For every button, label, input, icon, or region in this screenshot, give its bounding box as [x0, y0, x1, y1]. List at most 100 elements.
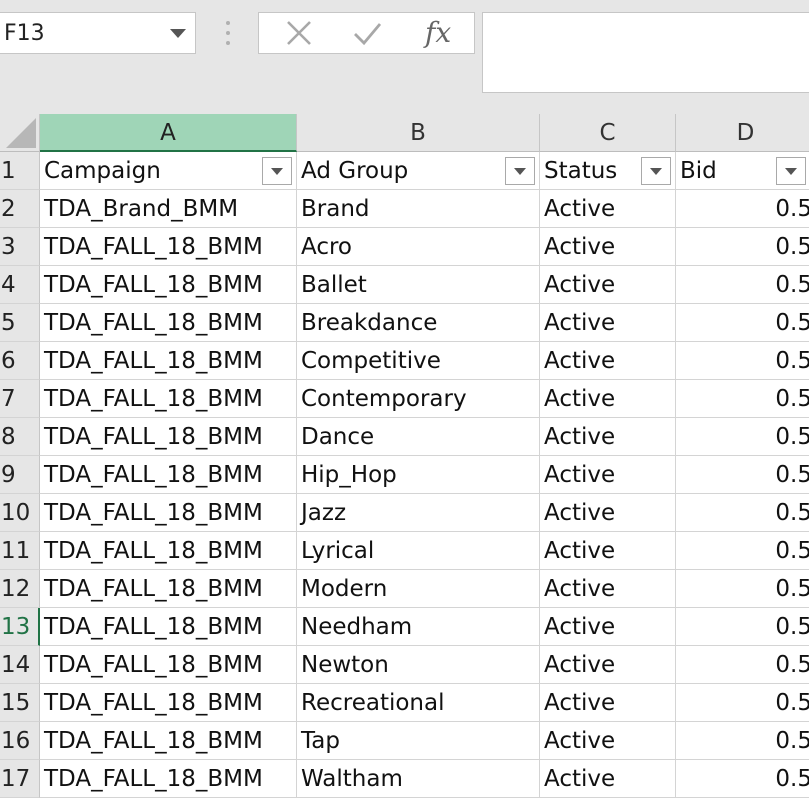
cell-campaign[interactable]: TDA_FALL_18_BMM [40, 266, 297, 304]
checkmark-icon[interactable] [347, 15, 387, 51]
cell-status[interactable]: Active [540, 608, 676, 646]
row-header[interactable]: 15 [0, 684, 40, 722]
cell-bid[interactable]: 0.5 [676, 532, 809, 570]
cell-bid[interactable]: 0.5 [676, 646, 809, 684]
cell-ad-group[interactable]: Breakdance [297, 304, 540, 342]
cell-status[interactable]: Active [540, 722, 676, 760]
cell-status[interactable]: Active [540, 266, 676, 304]
cell-ad-group[interactable]: Competitive [297, 342, 540, 380]
cell-bid[interactable]: 0.5 [676, 418, 809, 456]
cell-campaign[interactable]: TDA_FALL_18_BMM [40, 570, 297, 608]
cell-status[interactable]: Active [540, 646, 676, 684]
cell-bid[interactable]: 0.5 [676, 380, 809, 418]
cell-ad-group[interactable]: Waltham [297, 760, 540, 798]
row-header[interactable]: 8 [0, 418, 40, 456]
header-cell-bid[interactable]: Bid [676, 152, 809, 190]
cell-ad-group[interactable]: Tap [297, 722, 540, 760]
cell-status[interactable]: Active [540, 342, 676, 380]
cell-ad-group[interactable]: Acro [297, 228, 540, 266]
row-header[interactable]: 2 [0, 190, 40, 228]
cell-bid[interactable]: 0.5 [676, 304, 809, 342]
cell-bid[interactable]: 0.5 [676, 266, 809, 304]
column-header-b[interactable]: B [297, 114, 540, 152]
cell-status[interactable]: Active [540, 760, 676, 798]
row-header[interactable]: 4 [0, 266, 40, 304]
cell-ad-group[interactable]: Contemporary [297, 380, 540, 418]
cell-status[interactable]: Active [540, 456, 676, 494]
cell-campaign[interactable]: TDA_FALL_18_BMM [40, 646, 297, 684]
cell-campaign[interactable]: TDA_FALL_18_BMM [40, 494, 297, 532]
cell-campaign[interactable]: TDA_FALL_18_BMM [40, 722, 297, 760]
cell-ad-group[interactable]: Jazz [297, 494, 540, 532]
cell-campaign[interactable]: TDA_FALL_18_BMM [40, 228, 297, 266]
cell-campaign[interactable]: TDA_FALL_18_BMM [40, 684, 297, 722]
cell-campaign[interactable]: TDA_FALL_18_BMM [40, 456, 297, 494]
cell-status[interactable]: Active [540, 190, 676, 228]
cell-campaign[interactable]: TDA_FALL_18_BMM [40, 760, 297, 798]
cell-ad-group[interactable]: Needham [297, 608, 540, 646]
row-header[interactable]: 16 [0, 722, 40, 760]
cell-status[interactable]: Active [540, 228, 676, 266]
cell-ad-group[interactable]: Lyrical [297, 532, 540, 570]
row-header[interactable]: 11 [0, 532, 40, 570]
row-header[interactable]: 14 [0, 646, 40, 684]
cell-ad-group[interactable]: Ballet [297, 266, 540, 304]
cell-bid[interactable]: 0.5 [676, 494, 809, 532]
row-header[interactable]: 9 [0, 456, 40, 494]
cell-campaign[interactable]: TDA_FALL_18_BMM [40, 532, 297, 570]
name-box-value[interactable]: F13 [4, 21, 45, 46]
cell-campaign[interactable]: TDA_FALL_18_BMM [40, 304, 297, 342]
filter-dropdown-icon[interactable] [262, 157, 292, 185]
formula-input[interactable] [482, 12, 809, 93]
cell-ad-group[interactable]: Brand [297, 190, 540, 228]
cell-bid[interactable]: 0.5 [676, 608, 809, 646]
row-header[interactable]: 10 [0, 494, 40, 532]
cell-ad-group[interactable]: Hip_Hop [297, 456, 540, 494]
cell-bid[interactable]: 0.5 [676, 342, 809, 380]
cell-status[interactable]: Active [540, 684, 676, 722]
cell-status[interactable]: Active [540, 532, 676, 570]
cell-campaign[interactable]: TDA_FALL_18_BMM [40, 418, 297, 456]
cell-bid[interactable]: 0.5 [676, 722, 809, 760]
row-header[interactable]: 13 [0, 608, 40, 646]
header-cell-status[interactable]: Status [540, 152, 676, 190]
cell-campaign[interactable]: TDA_FALL_18_BMM [40, 342, 297, 380]
column-header-c[interactable]: C [540, 114, 676, 152]
close-icon[interactable] [279, 15, 319, 51]
header-cell-campaign[interactable]: Campaign [40, 152, 297, 190]
cell-status[interactable]: Active [540, 380, 676, 418]
row-header[interactable]: 12 [0, 570, 40, 608]
filter-dropdown-icon[interactable] [641, 157, 671, 185]
cell-bid[interactable]: 0.5 [676, 570, 809, 608]
row-header[interactable]: 17 [0, 760, 40, 798]
cell-bid[interactable]: 0.5 [676, 456, 809, 494]
cell-status[interactable]: Active [540, 570, 676, 608]
cell-ad-group[interactable]: Dance [297, 418, 540, 456]
cell-ad-group[interactable]: Newton [297, 646, 540, 684]
row-header[interactable]: 1 [0, 152, 40, 190]
row-header[interactable]: 6 [0, 342, 40, 380]
chevron-down-icon[interactable] [170, 29, 186, 38]
filter-dropdown-icon[interactable] [505, 157, 535, 185]
cell-status[interactable]: Active [540, 304, 676, 342]
cell-campaign[interactable]: TDA_FALL_18_BMM [40, 380, 297, 418]
cell-bid[interactable]: 0.5 [676, 760, 809, 798]
drag-handle-icon[interactable] [225, 21, 231, 47]
row-header[interactable]: 3 [0, 228, 40, 266]
header-cell-ad-group[interactable]: Ad Group [297, 152, 540, 190]
column-header-a[interactable]: A [40, 114, 297, 152]
insert-function-button[interactable]: fx [425, 16, 451, 49]
column-header-d[interactable]: D [676, 114, 809, 152]
row-header[interactable]: 5 [0, 304, 40, 342]
filter-dropdown-icon[interactable] [776, 157, 806, 185]
name-box[interactable]: F13 [0, 12, 196, 54]
cell-status[interactable]: Active [540, 494, 676, 532]
cell-bid[interactable]: 0.5 [676, 684, 809, 722]
row-header[interactable]: 7 [0, 380, 40, 418]
cell-ad-group[interactable]: Modern [297, 570, 540, 608]
cell-ad-group[interactable]: Recreational [297, 684, 540, 722]
cell-campaign[interactable]: TDA_FALL_18_BMM [40, 608, 297, 646]
cell-bid[interactable]: 0.5 [676, 228, 809, 266]
cell-campaign[interactable]: TDA_Brand_BMM [40, 190, 297, 228]
cell-bid[interactable]: 0.5 [676, 190, 809, 228]
